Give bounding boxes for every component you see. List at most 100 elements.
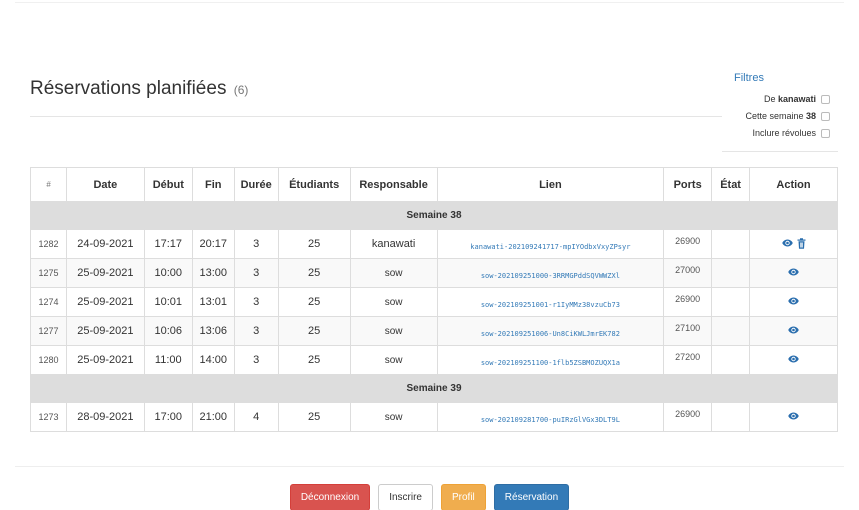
eye-icon[interactable] [788, 326, 799, 334]
col-id: # [30, 167, 67, 202]
filter-include-past-checkbox[interactable] [821, 128, 830, 138]
cell-date: 25-09-2021 [65, 258, 145, 288]
table-row: 1275 25-09-2021 10:00 13:00 3 25 sow sow-202109… [30, 258, 838, 288]
week-group-row: Semaine 39 [30, 374, 838, 403]
cell-start: 17:17 [143, 229, 193, 259]
cell-end: 13:00 [191, 258, 235, 288]
cell-link[interactable]: kanawati-202109241717-mpIYOdbxVxyZPsyr [436, 229, 665, 259]
cell-id: 1274 [30, 287, 67, 317]
cell-id: 1273 [30, 402, 67, 432]
cell-actions [749, 287, 838, 317]
cell-students: 25 [277, 345, 351, 375]
cell-id: 1282 [30, 229, 67, 259]
eye-icon[interactable] [788, 297, 799, 305]
cell-responsible: sow [349, 258, 438, 288]
cell-date: 25-09-2021 [65, 316, 145, 346]
cell-ports: 27200 [663, 345, 713, 375]
week-label: Semaine 38 [30, 201, 838, 230]
table-row: 1274 25-09-2021 10:01 13:01 3 25 sow sow-202109… [30, 287, 838, 317]
reservation-button[interactable]: Réservation [493, 484, 570, 510]
cell-ports: 26900 [663, 402, 713, 432]
cell-start: 11:00 [143, 345, 193, 375]
week-group-row: Semaine 38 [30, 201, 838, 230]
title-divider [30, 116, 722, 117]
cell-actions [749, 258, 838, 288]
cell-actions [749, 345, 838, 375]
register-button[interactable]: Inscrire [378, 484, 433, 510]
cell-link[interactable]: sow-202109251001-r1IyMMz38vzuCb73 [436, 287, 665, 317]
cell-ports: 27100 [663, 316, 713, 346]
cell-students: 25 [277, 258, 351, 288]
cell-end: 13:06 [191, 316, 235, 346]
cell-duration: 3 [233, 229, 279, 259]
col-link: Lien [436, 167, 665, 202]
cell-start: 10:00 [143, 258, 193, 288]
filter-this-week-label: Cette semaine 38 [745, 111, 816, 121]
reservations-body: Semaine 38 1282 24-09-2021 17:17 20:17 3 25 kan… [30, 201, 838, 432]
cell-link[interactable]: sow-202109251100-1flb5ZSBMOZUQX1a [436, 345, 665, 375]
week-label: Semaine 39 [30, 374, 838, 403]
col-end: Fin [191, 167, 235, 202]
cell-state [711, 287, 751, 317]
cell-date: 28-09-2021 [65, 402, 145, 432]
cell-responsible: sow [349, 287, 438, 317]
profile-button[interactable]: Profil [441, 484, 486, 510]
eye-icon[interactable] [788, 355, 799, 363]
reservations-table: # Date Début Fin Durée Étudiants Respons… [30, 167, 838, 432]
table-row: 1277 25-09-2021 10:06 13:06 3 25 sow sow-202109… [30, 316, 838, 346]
filter-this-week[interactable]: Cette semaine 38 [745, 111, 830, 121]
cell-students: 25 [277, 287, 351, 317]
cell-responsible: sow [349, 316, 438, 346]
cell-state [711, 316, 751, 346]
table-header-row: # Date Début Fin Durée Étudiants Respons… [30, 167, 838, 202]
cell-state [711, 229, 751, 259]
filter-include-past-label: Inclure révolues [752, 128, 816, 138]
table-row: 1273 28-09-2021 17:00 21:00 4 25 sow sow-202109… [30, 402, 838, 432]
cell-responsible: sow [349, 345, 438, 375]
filter-owner[interactable]: De kanawati [764, 94, 830, 104]
button-bar: Déconnexion Inscrire Profil Réservation [0, 484, 859, 510]
filter-owner-checkbox[interactable] [821, 94, 830, 104]
cell-students: 25 [277, 402, 351, 432]
reservation-count: (6) [233, 83, 249, 97]
cell-id: 1275 [30, 258, 67, 288]
cell-ports: 26900 [663, 229, 713, 259]
col-action: Action [749, 167, 838, 202]
eye-icon[interactable] [781, 239, 793, 247]
cell-link[interactable]: sow-202109251006-Un8CiKWLJmrEK782 [436, 316, 665, 346]
filter-owner-label: De kanawati [763, 94, 816, 104]
cell-id: 1277 [30, 316, 67, 346]
cell-state [711, 402, 751, 432]
cell-actions [749, 402, 838, 432]
cell-link[interactable]: sow-202109281700-puIRzGlVGx3DLT9L [436, 402, 665, 432]
cell-students: 25 [277, 316, 351, 346]
trash-icon[interactable] [797, 238, 806, 249]
cell-end: 20:17 [191, 229, 235, 259]
logout-button[interactable]: Déconnexion [289, 484, 371, 510]
eye-icon[interactable] [788, 268, 799, 276]
cell-state [711, 345, 751, 375]
cell-date: 24-09-2021 [65, 229, 145, 259]
filter-include-past[interactable]: Inclure révolues [752, 128, 830, 138]
table-row: 1280 25-09-2021 11:00 14:00 3 25 sow sow-202109… [30, 345, 838, 375]
cell-actions [749, 316, 838, 346]
page-title: Réservations planifiées (6) [30, 78, 722, 100]
col-date: Date [65, 167, 145, 202]
cell-date: 25-09-2021 [65, 345, 145, 375]
filter-this-week-checkbox[interactable] [821, 111, 830, 121]
cell-end: 13:01 [191, 287, 235, 317]
col-state: État [711, 167, 751, 202]
cell-responsible: kanawati [349, 229, 438, 259]
bottom-divider [15, 466, 844, 467]
cell-duration: 4 [233, 402, 279, 432]
cell-end: 14:00 [191, 345, 235, 375]
cell-link[interactable]: sow-202109251000-3RRMGPddSQVWWZXl [436, 258, 665, 288]
col-ports: Ports [663, 167, 713, 202]
page-header: Réservations planifiées (6) [30, 78, 722, 100]
eye-icon[interactable] [788, 412, 799, 420]
cell-start: 10:06 [143, 316, 193, 346]
cell-start: 10:01 [143, 287, 193, 317]
cell-date: 25-09-2021 [65, 287, 145, 317]
cell-students: 25 [277, 229, 351, 259]
filters-panel: Filtres De kanawati Cette semaine 38 Inc… [722, 70, 838, 152]
